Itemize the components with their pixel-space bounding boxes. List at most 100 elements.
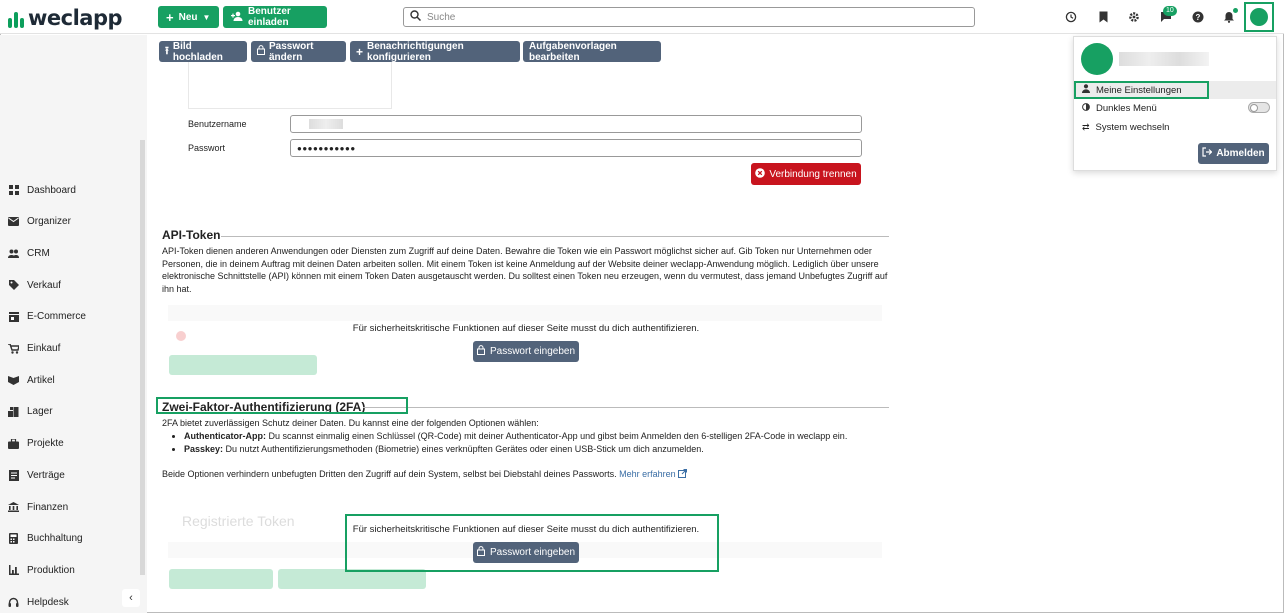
add-passkey-button-blurred — [278, 569, 426, 589]
configure-notifications-label: Benachrichtigungen konfigurieren — [367, 40, 464, 63]
api-auth-message: Für sicherheitskritische Funktionen auf … — [352, 323, 700, 334]
close-circle-icon — [755, 167, 766, 181]
sidebar-item-helpdesk[interactable]: Helpdesk — [8, 592, 69, 612]
lock-icon — [257, 45, 265, 58]
avatar — [1250, 8, 1268, 26]
app-logo[interactable]: weclapp — [8, 6, 123, 30]
disconnect-label: Verbindung trennen — [769, 168, 857, 180]
menu-item-dark-menu[interactable]: Dunkles Menü — [1074, 99, 1276, 117]
twofa-option-authenticator: Authenticator-App: Du scannst einmalig e… — [184, 430, 902, 443]
sidebar-item-lager[interactable]: Lager — [8, 402, 53, 422]
calculator-icon — [8, 533, 19, 545]
invite-user-button[interactable]: Benutzer einladen — [223, 6, 327, 28]
blurred-status-dot — [176, 331, 186, 341]
enter-password-label: Passwort eingeben — [489, 346, 576, 357]
create-token-button-blurred — [169, 355, 317, 375]
username-field[interactable] — [290, 115, 862, 133]
sidebar-item-produktion[interactable]: Produktion — [8, 560, 75, 580]
sidebar-item-crm[interactable]: CRM — [8, 243, 50, 263]
divider — [221, 236, 889, 237]
username-label: Benutzername — [188, 119, 247, 129]
twofa-intro: 2FA bietet zuverlässigen Schutz deiner D… — [162, 418, 539, 428]
password-value: ●●●●●●●●●●● — [297, 143, 356, 153]
swap-icon: ⇄ — [1082, 121, 1090, 132]
enter-password-button[interactable]: Passwort eingeben — [473, 341, 579, 362]
contrast-icon — [1082, 102, 1090, 114]
mail-icon — [8, 216, 19, 227]
sidebar-item-verträge[interactable]: Verträge — [8, 465, 65, 485]
bell-indicator-dot — [1233, 8, 1238, 13]
headset-icon — [8, 597, 19, 608]
upload-image-button[interactable]: ⭱ Bild hochladen — [159, 40, 247, 63]
upload-image-label: Bild hochladen — [172, 40, 223, 63]
sidebar-item-organizer[interactable]: Organizer — [8, 212, 71, 232]
avatar — [1081, 43, 1113, 75]
sidebar-item-label: Verträge — [27, 469, 65, 481]
bank-icon — [8, 502, 19, 513]
sidebar-item-label: Lager — [27, 406, 53, 418]
dark-menu-toggle[interactable] — [1248, 102, 1270, 113]
sidebar-item-einkauf[interactable]: Einkauf — [8, 339, 60, 359]
user-menu-dropdown: Meine Einstellungen Dunkles Menü ⇄ Syste… — [1073, 36, 1277, 171]
user-name-redacted — [1119, 52, 1209, 66]
sidebar-item-label: Produktion — [27, 564, 75, 576]
registered-token-title-blurred: Registrierte Token — [182, 513, 295, 529]
configure-notifications-button[interactable]: + Benachrichtigungen konfigurieren — [350, 40, 520, 63]
menu-item-switch-system[interactable]: ⇄ System wechseln — [1074, 118, 1276, 136]
sidebar-item-finanzen[interactable]: Finanzen — [8, 497, 68, 517]
new-button[interactable]: + Neu ▼ — [158, 6, 219, 28]
sidebar-item-buchhaltung[interactable]: Buchhaltung — [8, 529, 83, 549]
people-icon — [8, 248, 19, 259]
api-token-title: API-Token — [162, 228, 221, 242]
plus-icon: + — [356, 44, 364, 59]
password-field[interactable]: ●●●●●●●●●●● — [290, 139, 862, 157]
history-icon[interactable] — [1063, 9, 1079, 25]
sidebar-item-dashboard[interactable]: Dashboard — [8, 180, 76, 200]
tag-icon — [8, 280, 19, 291]
sidebar-item-label: Einkauf — [27, 343, 61, 354]
logout-label: Abmelden — [1216, 148, 1265, 159]
sidebar-item-artikel[interactable]: Artikel — [8, 370, 55, 390]
learn-more-link[interactable]: Mehr erfahren — [619, 469, 688, 479]
help-icon[interactable]: ? — [1190, 9, 1206, 25]
sidebar-item-label: Artikel — [27, 374, 55, 386]
box-icon — [8, 375, 19, 386]
sidebar-item-label: Buchhaltung — [27, 533, 83, 545]
twofa-option-passkey: Passkey: Du nutzt Authentifizierungsmeth… — [184, 443, 902, 456]
sidebar-item-label: CRM — [27, 247, 50, 259]
divider — [363, 407, 889, 408]
api-token-table-blurred — [168, 305, 882, 321]
edit-task-templates-button[interactable]: Aufgabenvorlagen bearbeiten — [523, 41, 661, 63]
search-icon — [410, 10, 422, 24]
svg-text:?: ? — [1196, 13, 1201, 22]
change-password-button[interactable]: Passwort ändern — [251, 41, 346, 63]
sidebar-item-label: Helpdesk — [27, 596, 69, 608]
sidebar-item-label: Projekte — [27, 438, 64, 450]
gear-icon[interactable] — [1126, 9, 1142, 25]
sidebar-scrollbar[interactable] — [140, 140, 145, 575]
disconnect-button[interactable]: Verbindung trennen — [751, 163, 861, 185]
contract-icon — [8, 469, 19, 481]
password-label: Passwort — [188, 143, 226, 153]
sidebar-item-e-commerce[interactable]: E-Commerce — [8, 307, 86, 327]
logout-button[interactable]: Abmelden — [1198, 143, 1269, 164]
chevron-left-icon: ‹ — [129, 592, 133, 604]
twofa-options-list: Authenticator-App: Du scannst einmalig e… — [174, 430, 902, 455]
user-avatar-button[interactable] — [1244, 2, 1274, 32]
briefcase-icon — [8, 438, 19, 449]
add-user-icon — [231, 11, 243, 24]
collapse-sidebar-button[interactable]: ‹ — [122, 589, 140, 607]
dashboard-icon — [8, 185, 19, 196]
bookmark-icon[interactable] — [1095, 9, 1111, 25]
logout-icon — [1202, 147, 1213, 160]
switch-system-label: System wechseln — [1095, 121, 1170, 133]
search-input[interactable]: Suche — [403, 7, 975, 27]
store-icon — [8, 311, 19, 322]
connection-card — [188, 62, 392, 109]
sidebar-item-projekte[interactable]: Projekte — [8, 434, 64, 454]
add-token-button-blurred — [169, 569, 273, 589]
sidebar-item-verkauf[interactable]: Verkauf — [8, 275, 61, 295]
new-button-label: Neu — [178, 11, 198, 23]
notification-count-badge: 10 — [1163, 6, 1177, 16]
warehouse-icon — [8, 406, 19, 417]
